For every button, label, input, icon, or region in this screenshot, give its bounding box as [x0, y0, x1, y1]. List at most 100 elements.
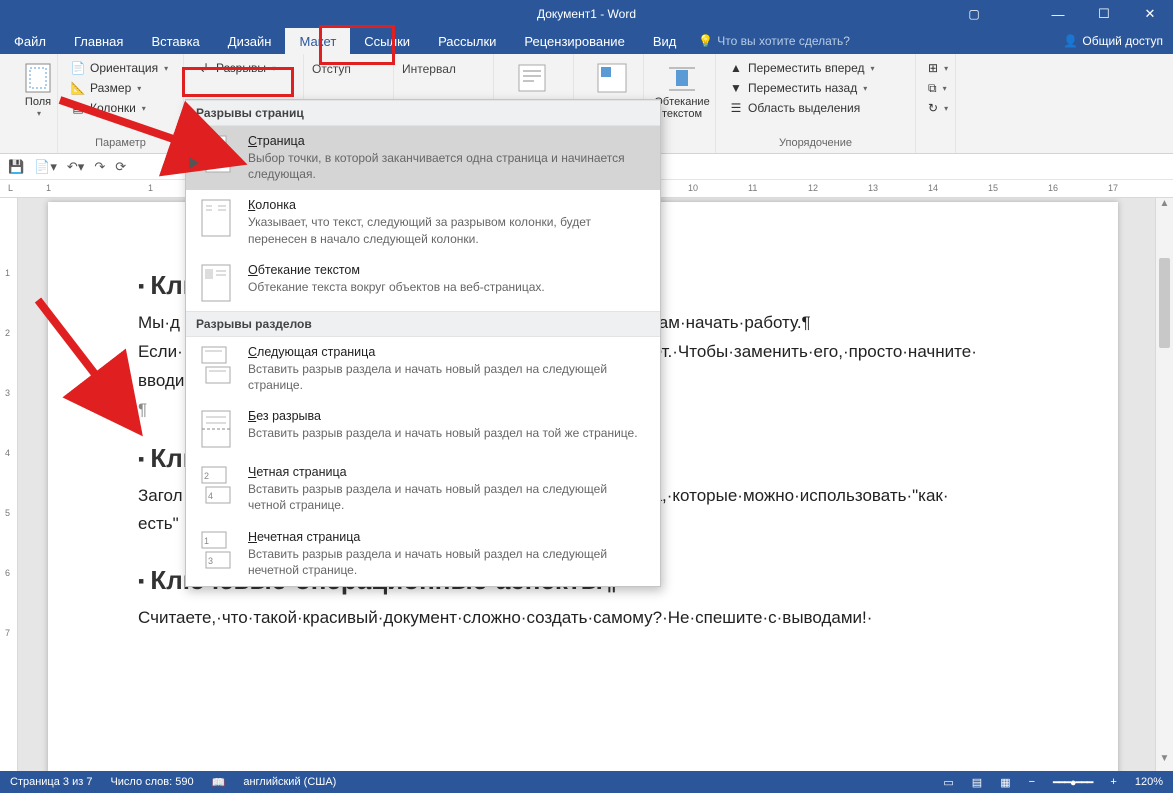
svg-text:3: 3 — [208, 556, 213, 566]
tab-view[interactable]: Вид — [639, 28, 691, 54]
vertical-ruler[interactable]: 1 2 3 4 5 6 7 — [0, 198, 18, 771]
page-setup-label: Параметр — [66, 137, 175, 151]
send-backward-icon: ▼ — [728, 80, 744, 96]
view-read-mode-icon[interactable]: ▭ — [943, 776, 953, 789]
break-column-item[interactable]: КолонкаУказывает, что текст, следующий з… — [186, 190, 660, 254]
breaks-button[interactable]: ↲Разрывы▾ — [192, 58, 295, 78]
share-icon: 👤 — [1063, 34, 1078, 48]
send-backward-button[interactable]: ▼Переместить назад▾ — [724, 78, 907, 98]
share-button[interactable]: 👤 Общий доступ — [1053, 28, 1173, 54]
qat-item[interactable]: 📄▾ — [34, 159, 57, 175]
margins-icon — [22, 62, 54, 94]
break-page-item[interactable]: СтраницаВыбор точки, в которой заканчива… — [186, 126, 660, 190]
ribbon-tabs: Файл Главная Вставка Дизайн Макет Ссылки… — [0, 28, 1173, 54]
tell-me[interactable]: 💡 Что вы хотите сделать? — [690, 28, 1053, 54]
tab-review[interactable]: Рецензирование — [510, 28, 638, 54]
item-title: олонка — [255, 198, 296, 212]
status-bar: Страница 3 из 7 Число слов: 590 📖 англий… — [0, 771, 1173, 793]
item-title: траница — [257, 134, 305, 148]
wrap-text-label: Обтекание текстом — [654, 96, 710, 120]
indent-heading: Отступ — [312, 58, 385, 76]
tab-design[interactable]: Дизайн — [214, 28, 286, 54]
group-button[interactable]: ⧉▾ — [924, 78, 947, 98]
break-continuous-item[interactable]: Без разрываВставить разрыв раздела и нач… — [186, 401, 660, 457]
break-text-wrap-item[interactable]: Обтекание текстомОбтекание текста вокруг… — [186, 255, 660, 311]
breaks-icon: ↲ — [196, 60, 212, 76]
wrap-text-icon — [666, 62, 698, 94]
close-button[interactable]: ✕ — [1127, 0, 1173, 28]
window-title: Документ1 - Word — [0, 7, 1173, 21]
break-next-page-item[interactable]: Следующая страницаВставить разрыв раздел… — [186, 337, 660, 401]
scroll-down-icon[interactable]: ▼ — [1156, 753, 1173, 771]
tab-file[interactable]: Файл — [0, 28, 60, 54]
continuous-icon — [198, 409, 234, 449]
tab-references[interactable]: Ссылки — [350, 28, 424, 54]
redo-icon[interactable]: ↷ — [94, 159, 105, 175]
columns-label: Колонки — [90, 101, 136, 115]
even-page-icon: 24 — [198, 465, 234, 505]
size-button[interactable]: 📐Размер▾ — [66, 78, 175, 98]
status-word-count[interactable]: Число слов: 590 — [110, 776, 193, 788]
maximize-button[interactable]: ☐ — [1081, 0, 1127, 28]
columns-button[interactable]: ▤Колонки▾ — [66, 98, 175, 118]
tab-mailings[interactable]: Рассылки — [424, 28, 510, 54]
view-web-layout-icon[interactable]: ▦ — [1000, 776, 1010, 789]
item-desc: Вставить разрыв раздела и начать новый р… — [248, 546, 648, 578]
wrap-text-button[interactable]: Обтекание текстом — [652, 58, 712, 124]
breaks-dropdown: Разрывы страниц СтраницаВыбор точки, в к… — [185, 99, 661, 587]
proofing-icon[interactable]: 📖 — [212, 776, 226, 789]
page-break-icon — [198, 134, 234, 174]
next-page-icon — [198, 345, 234, 385]
sync-icon[interactable]: ⟳ — [115, 159, 126, 175]
margins-label: Поля — [25, 96, 51, 108]
status-page[interactable]: Страница 3 из 7 — [10, 776, 92, 788]
item-title: ез разрыва — [256, 409, 321, 423]
minimize-button[interactable]: — — [1035, 0, 1081, 28]
text-wrap-break-icon — [198, 263, 234, 303]
break-odd-page-item[interactable]: 13 Нечетная страницаВставить разрыв разд… — [186, 522, 660, 586]
odd-page-icon: 13 — [198, 530, 234, 570]
column-break-icon — [198, 198, 234, 238]
orientation-label: Ориентация — [90, 61, 158, 75]
rotate-button[interactable]: ↻▾ — [924, 98, 947, 118]
share-label: Общий доступ — [1082, 34, 1163, 48]
item-desc: Указывает, что текст, следующий за разры… — [248, 214, 648, 246]
paragraph[interactable]: Считаете,·что·такой·красивый·документ·сл… — [138, 604, 1028, 633]
send-backward-label: Переместить назад — [748, 81, 857, 95]
item-title: етная страница — [256, 465, 346, 479]
size-label: Размер — [90, 81, 131, 95]
tab-layout[interactable]: Макет — [285, 28, 350, 54]
columns-icon: ▤ — [70, 100, 86, 116]
zoom-level[interactable]: 120% — [1135, 776, 1163, 788]
scrollbar-thumb[interactable] — [1159, 258, 1170, 348]
paragraph-icon — [516, 62, 548, 94]
break-even-page-item[interactable]: 24 Четная страницаВставить разрыв раздел… — [186, 457, 660, 521]
item-title: бтекание текстом — [258, 263, 360, 277]
title-bar: Документ1 - Word ▢ — ☐ ✕ — [0, 0, 1173, 28]
svg-text:2: 2 — [204, 471, 209, 481]
scroll-up-icon[interactable]: ▲ — [1156, 198, 1173, 216]
align-button[interactable]: ⊞▾ — [924, 58, 947, 78]
selection-pane-label: Область выделения — [748, 101, 860, 115]
orientation-button[interactable]: 📄Ориентация▾ — [66, 58, 175, 78]
arrange-label: Упорядочение — [724, 137, 907, 151]
orientation-icon: 📄 — [70, 60, 86, 76]
tab-home[interactable]: Главная — [60, 28, 137, 54]
tab-insert[interactable]: Вставка — [137, 28, 213, 54]
undo-icon[interactable]: ↶▾ — [67, 159, 84, 175]
ribbon-display-options[interactable]: ▢ — [959, 0, 989, 28]
zoom-in-icon[interactable]: + — [1110, 776, 1116, 788]
status-language[interactable]: английский (США) — [243, 776, 336, 788]
zoom-slider[interactable]: ━━━●━━━ — [1053, 776, 1092, 789]
selection-pane-button[interactable]: ☰Область выделения — [724, 98, 907, 118]
view-print-layout-icon[interactable]: ▤ — [972, 776, 982, 789]
dropdown-section-section-breaks: Разрывы разделов — [186, 311, 660, 337]
vertical-scrollbar[interactable]: ▲ ▼ — [1155, 198, 1173, 771]
lightbulb-icon: 💡 — [698, 34, 713, 48]
zoom-out-icon[interactable]: − — [1029, 776, 1035, 788]
bring-forward-icon: ▲ — [728, 60, 744, 76]
svg-text:1: 1 — [204, 536, 209, 546]
save-icon[interactable]: 💾 — [8, 159, 24, 175]
item-desc: Обтекание текста вокруг объектов на веб-… — [248, 279, 545, 295]
bring-forward-button[interactable]: ▲Переместить вперед▾ — [724, 58, 907, 78]
